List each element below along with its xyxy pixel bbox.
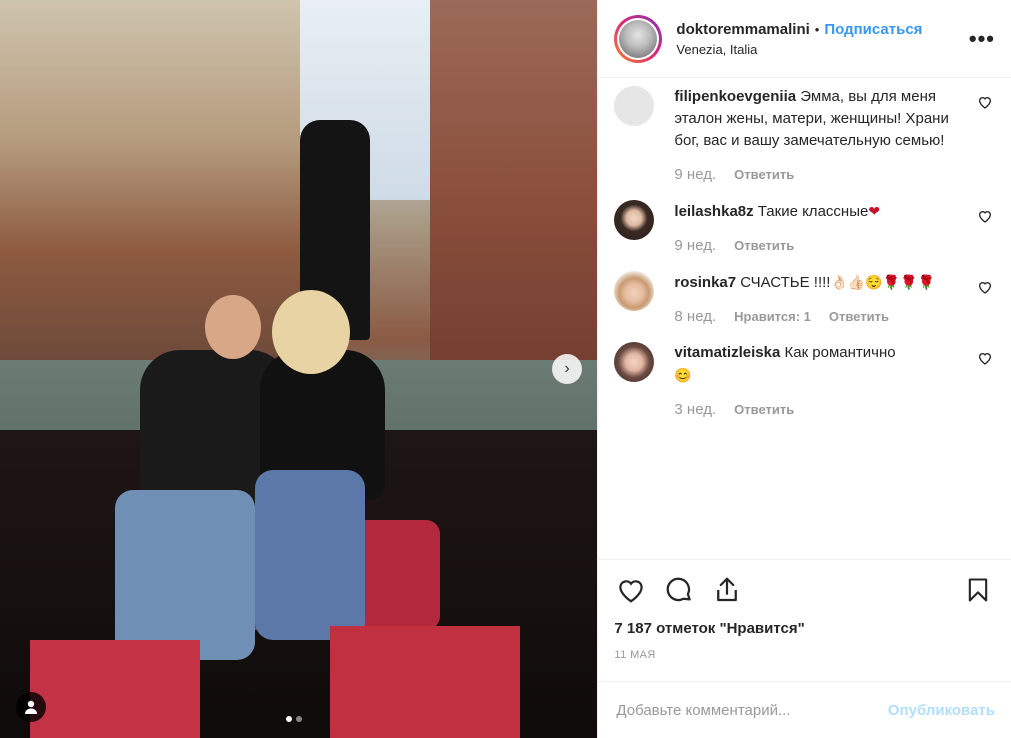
photo-right-building	[430, 0, 598, 400]
comment-item: leilashka8z Такие классные❤ 9 нед. Ответ…	[614, 200, 995, 271]
header-separator: •	[814, 21, 820, 37]
comment-input[interactable]	[614, 700, 888, 720]
photo-man-jeans	[115, 490, 255, 660]
post-header-text: doktoremmamalini • Подписаться Venezia, …	[676, 21, 968, 57]
like-comment-heart-icon[interactable]	[977, 279, 993, 295]
commenter-username[interactable]: rosinka7	[674, 274, 736, 291]
reply-button[interactable]: Ответить	[734, 164, 794, 186]
emoji-sequence: 👌🏻👍🏻😌🌹🌹🌹	[830, 274, 936, 290]
comment-likes-count[interactable]: Нравится: 1	[734, 306, 811, 328]
commenter-username[interactable]: leilashka8z	[674, 203, 753, 220]
photo-left-building	[0, 0, 300, 360]
like-comment-heart-icon[interactable]	[977, 208, 993, 224]
like-comment-heart-icon[interactable]	[977, 94, 993, 110]
post-photo[interactable]: ›	[0, 0, 598, 738]
avatar-image	[619, 19, 658, 58]
smile-emoji: 😊	[674, 367, 692, 383]
comment-time[interactable]: 9 нед.	[674, 235, 716, 257]
comment-meta: 9 нед. Ответить	[674, 164, 961, 186]
commenter-avatar[interactable]	[614, 86, 655, 126]
carousel-dot	[286, 716, 292, 722]
comment-item: vitamatizleiska Как романтично 😊 3 нед. …	[614, 342, 995, 435]
comment-text: Такие классные	[757, 203, 869, 220]
comment-meta: 8 нед. Нравится: 1 Ответить	[674, 306, 961, 328]
share-upload-icon	[717, 577, 738, 602]
reply-button[interactable]: Ответить	[734, 235, 794, 257]
post-actions: 7 187 отметок "Нравится" 11 мая	[598, 559, 1011, 681]
commenter-avatar[interactable]	[614, 271, 655, 311]
comment-time[interactable]: 8 нед.	[674, 306, 716, 328]
more-options-button[interactable]: •••	[969, 26, 995, 52]
post-location[interactable]: Venezia, Italia	[676, 42, 968, 57]
comment-body: leilashka8z Такие классные❤ 9 нед. Ответ…	[674, 200, 995, 271]
comment-body: filipenkoevgeniia Эмма, вы для меня этал…	[674, 86, 995, 200]
comment-text: Как романтично	[784, 344, 896, 361]
post-sidebar: doktoremmamalini • Подписаться Venezia, …	[597, 0, 1011, 738]
comment-time[interactable]: 9 нед.	[674, 164, 716, 186]
heart-icon	[619, 580, 644, 603]
add-comment-bar: Опубликовать	[598, 681, 1011, 738]
post-header: doktoremmamalini • Подписаться Venezia, …	[598, 0, 1011, 78]
comment-bubble-icon	[667, 577, 692, 602]
comment-time[interactable]: 3 нед.	[674, 399, 716, 421]
carousel-dots	[286, 716, 302, 722]
like-comment-heart-icon[interactable]	[977, 350, 993, 366]
likes-count[interactable]: 7 187 отметок "Нравится"	[614, 620, 995, 637]
photo-woman-jeans	[255, 470, 365, 640]
post-comment-button[interactable]: Опубликовать	[888, 702, 995, 719]
share-button[interactable]	[710, 573, 744, 607]
author-username[interactable]: doktoremmamalini	[676, 21, 809, 38]
action-icons-row	[614, 568, 995, 612]
avatar-inner-ring	[617, 17, 660, 60]
comment-body: vitamatizleiska Как романтично 😊 3 нед. …	[674, 342, 995, 435]
reply-button[interactable]: Ответить	[734, 399, 794, 421]
commenter-username[interactable]: filipenkoevgeniia	[674, 88, 796, 105]
commenter-username[interactable]: vitamatizleiska	[674, 344, 780, 361]
bookmark-icon	[968, 578, 988, 602]
reply-button[interactable]: Ответить	[829, 306, 889, 328]
commenter-avatar[interactable]	[614, 342, 655, 382]
photo-woman-head	[272, 290, 350, 374]
post-header-row: doktoremmamalini • Подписаться	[676, 21, 968, 38]
instagram-post-modal: › doktoremmamalini • Подписаться Venezia…	[0, 0, 1011, 738]
photo-cushion-left	[30, 640, 200, 738]
carousel-dot	[296, 716, 302, 722]
comment-meta: 3 нед. Ответить	[674, 399, 961, 421]
post-date[interactable]: 11 мая	[614, 649, 995, 661]
save-button[interactable]	[961, 573, 995, 607]
comments-list: filipenkoevgeniia Эмма, вы для меня этал…	[598, 78, 1011, 559]
like-button[interactable]	[614, 573, 648, 607]
tagged-users-button[interactable]	[16, 692, 46, 722]
comment-meta: 9 нед. Ответить	[674, 235, 961, 257]
photo-cushion-right	[330, 626, 520, 738]
heart-emoji: ❤	[868, 203, 881, 219]
author-avatar[interactable]	[614, 14, 663, 63]
comment-text: СЧАСТЬЕ !!!!	[740, 274, 831, 291]
follow-button[interactable]: Подписаться	[824, 21, 922, 38]
comment-item: rosinka7 СЧАСТЬЕ !!!!👌🏻👍🏻😌🌹🌹🌹 8 нед. Нра…	[614, 271, 995, 342]
user-icon	[25, 700, 37, 714]
photo-man-head	[205, 295, 261, 359]
comment-body: rosinka7 СЧАСТЬЕ !!!!👌🏻👍🏻😌🌹🌹🌹 8 нед. Нра…	[674, 271, 995, 342]
comment-item: filipenkoevgeniia Эмма, вы для меня этал…	[614, 86, 995, 200]
comment-button[interactable]	[662, 573, 696, 607]
commenter-avatar[interactable]	[614, 200, 655, 240]
chevron-right-icon: ›	[564, 360, 570, 377]
next-photo-button[interactable]: ›	[552, 354, 582, 384]
